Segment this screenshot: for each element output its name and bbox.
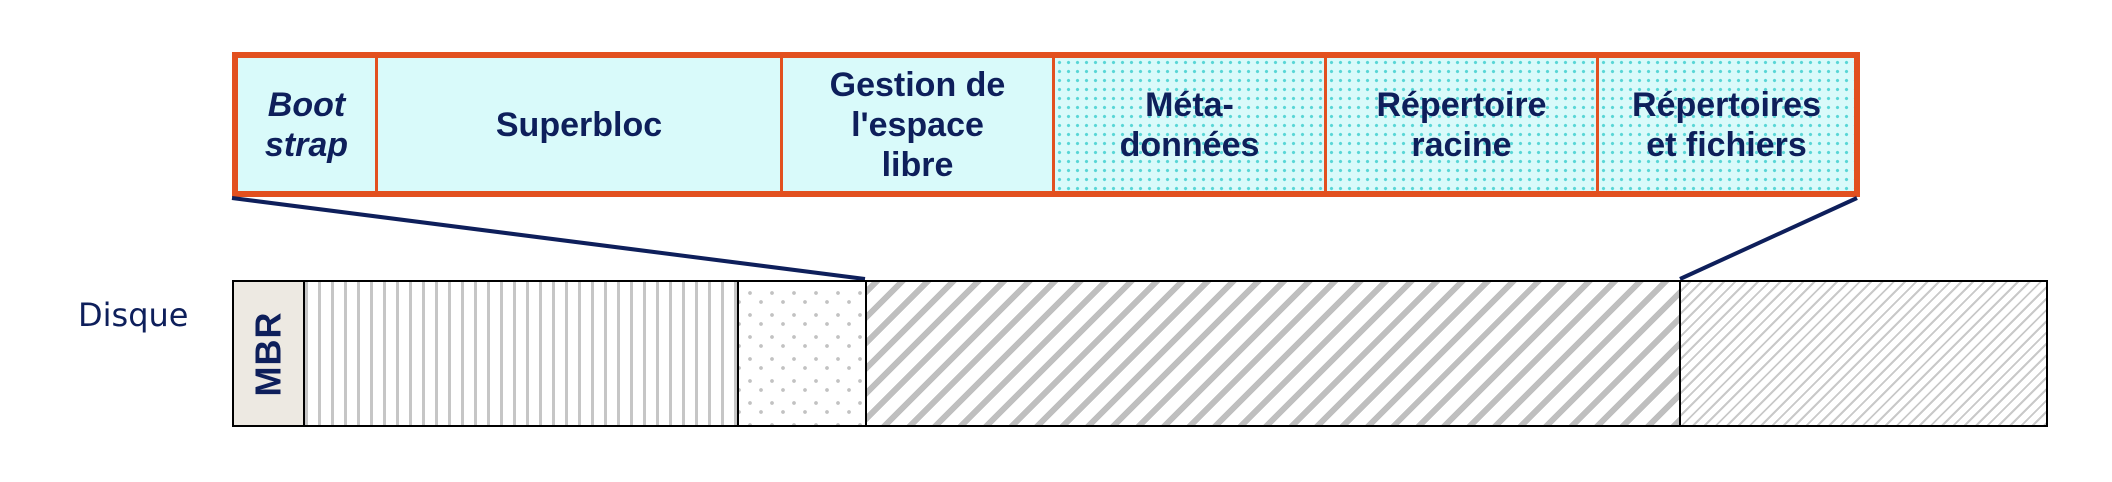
disk-bar: MBR (232, 280, 2048, 427)
mbr-label: MBR (247, 311, 289, 396)
segment-free-space-label: Gestion de l'espace libre (829, 65, 1006, 184)
zoom-line-right (1679, 196, 1858, 281)
disk-label: Disque (78, 296, 189, 334)
segment-bootstrap-label: Boot strap (264, 85, 349, 164)
disk-segment-selected-partition (865, 280, 1681, 427)
segment-directories-files: Répertoires et fichiers (1599, 58, 1854, 191)
segment-directories-files-label: Répertoires et fichiers (1632, 85, 1821, 164)
segment-root-directory-label: Répertoire racine (1376, 85, 1547, 164)
segment-free-space-management: Gestion de l'espace libre (783, 58, 1055, 191)
disk-segment-vertical-lines (303, 280, 739, 427)
segment-bootstrap: Boot strap (238, 58, 378, 191)
segment-root-directory: Répertoire racine (1327, 58, 1599, 191)
segment-superbloc: Superbloc (378, 58, 783, 191)
zoom-line-left (231, 196, 866, 281)
segment-metadata: Méta- données (1055, 58, 1327, 191)
segment-metadata-label: Méta- données (1119, 85, 1260, 164)
partition-layout: Boot strap Superbloc Gestion de l'espace… (232, 52, 1860, 197)
segment-superbloc-label: Superbloc (495, 105, 663, 144)
disk-segment-fine-diagonal (1679, 280, 2048, 427)
disk-segment-mbr: MBR (232, 280, 305, 427)
disk-segment-confetti (737, 280, 867, 427)
